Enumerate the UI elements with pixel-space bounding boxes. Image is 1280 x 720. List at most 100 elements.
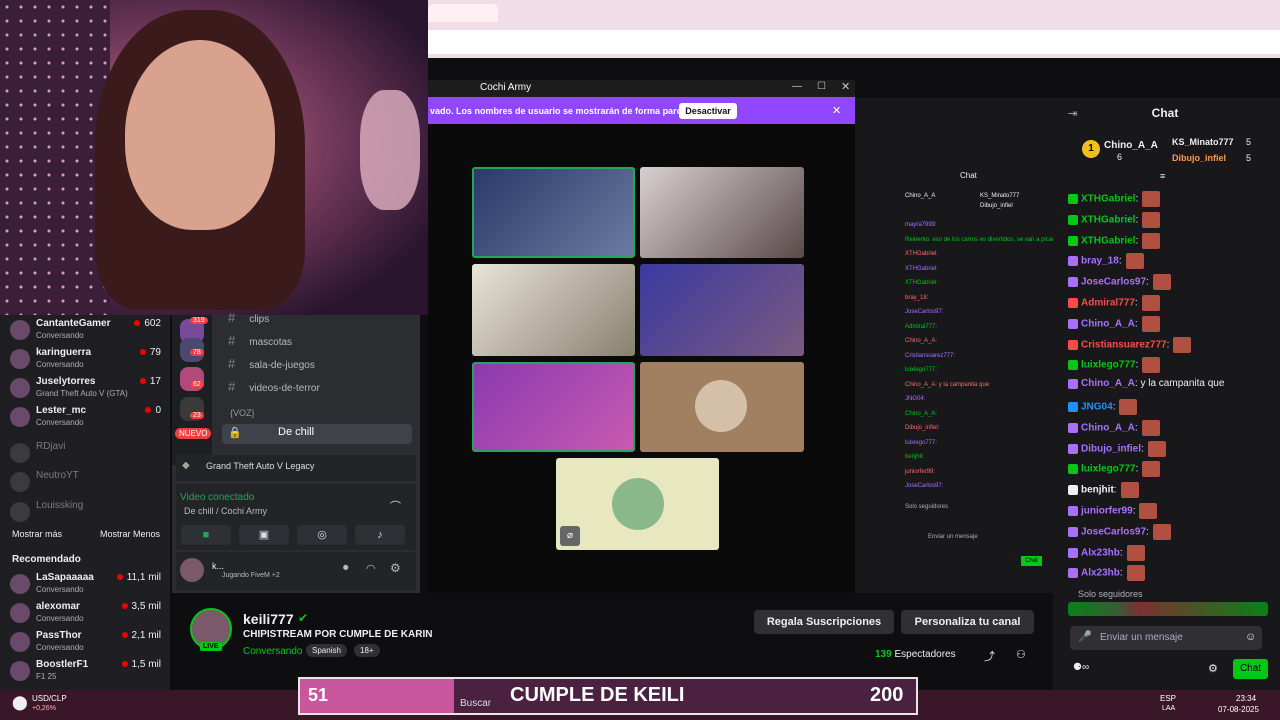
chat-colon: : [1135, 193, 1139, 205]
voice-category[interactable]: {VOZ} [230, 408, 255, 418]
viewer-count: 2,1 mil [121, 630, 161, 641]
show-more-link[interactable]: Mostrar más [12, 529, 62, 539]
recommended-channel[interactable]: alexomar Conversando 3,5 mil [10, 601, 165, 629]
offline-channel[interactable]: Louissking [10, 500, 165, 528]
chat-message: Chino_A_A: y la campanita que [1068, 378, 1224, 394]
browser-address-bar[interactable] [428, 30, 1280, 54]
offline-channel[interactable]: RDjavi [10, 441, 165, 469]
channel-sala-de-juegos[interactable]: # sala-de-juegos [228, 356, 315, 371]
chat-username[interactable]: XTHGabriel [1081, 214, 1135, 225]
microphone-icon[interactable]: 🎤 [1078, 630, 1092, 643]
maximize-icon[interactable]: ☐ [817, 81, 826, 92]
close-icon[interactable]: ✕ [832, 104, 841, 117]
chat-username[interactable]: JNG04 [1081, 402, 1113, 413]
chat-username[interactable]: Cristiansuarez777 [1081, 339, 1167, 350]
chat-username[interactable]: juniorfer99 [1081, 506, 1133, 517]
chat-username[interactable]: XTHGabriel [1081, 194, 1135, 205]
offline-channel[interactable]: NeutroYT [10, 470, 165, 498]
clock-time[interactable]: 23:34 [1236, 694, 1256, 703]
user-status: Jugando FiveM +2 [222, 572, 280, 579]
streamer-name[interactable]: keili777 [243, 611, 294, 627]
chat-text: y la campanita que [1137, 378, 1225, 390]
followed-channel[interactable]: Juselytorres Grand Theft Auto V (GTA) 17 [10, 376, 165, 404]
soundboard-button[interactable]: ♪ [355, 525, 405, 545]
gear-icon[interactable]: ⚙ [1208, 662, 1218, 675]
language-indicator[interactable]: ESP [1160, 694, 1176, 703]
chat-colon: : [1119, 547, 1123, 559]
hash-icon: # [228, 333, 236, 348]
tag-18plus[interactable]: 18+ [354, 644, 380, 657]
stream-title: CHIPISTREAM POR CUMPLE DE KARIN [243, 629, 433, 640]
disconnect-icon[interactable]: ⌒ [390, 498, 401, 514]
mirror-chat-line: luixlego777: [905, 439, 938, 446]
video-tile[interactable] [472, 264, 635, 356]
chat-username[interactable]: benjhit [1081, 485, 1114, 496]
recommended-channel[interactable]: PassThor Conversando 2,1 mil [10, 630, 165, 658]
video-tile[interactable]: ⌀ [556, 458, 719, 550]
channel-mascotas[interactable]: # mascotas [228, 333, 292, 348]
expand-leaderboard-icon[interactable]: ≡ [1160, 171, 1165, 181]
chat-username[interactable]: Dibujo_infiel [1081, 443, 1141, 454]
chat-username[interactable]: Alx23hb [1081, 568, 1120, 579]
headphones-icon[interactable]: ◠ [366, 562, 376, 575]
chat-username[interactable]: Admiral777 [1081, 298, 1135, 309]
chat-username[interactable]: Chino_A_A [1081, 422, 1135, 433]
recommended-channel[interactable]: LaSapaaaaa Conversando 11,1 mil [10, 572, 165, 600]
taskbar-search[interactable]: Buscar [460, 698, 491, 709]
leaderboard-user: Dibujo_infiel [1172, 153, 1226, 163]
stream-category[interactable]: Conversando [243, 646, 302, 657]
user-icon[interactable]: ⚇ [1016, 648, 1026, 661]
show-less-link[interactable]: Mostrar Menos [100, 529, 160, 539]
chat-username[interactable]: Chino_A_A [1081, 318, 1135, 329]
followed-channel[interactable]: karinguerra Conversando 79 [10, 347, 165, 375]
chat-send-button[interactable]: Chat [1233, 659, 1268, 679]
chat-message: luixlego777: [1068, 357, 1161, 374]
channel-videos-de-terror[interactable]: # videos-de-terror [228, 379, 320, 394]
customize-channel-button[interactable]: Personaliza tu canal [901, 610, 1034, 634]
points-icon[interactable]: ⚈∞ [1073, 662, 1089, 673]
video-tile[interactable] [640, 264, 804, 356]
avatar[interactable] [180, 558, 204, 582]
emote-icon [1141, 295, 1160, 311]
browser-tab[interactable] [428, 4, 498, 22]
gift-subs-button[interactable]: Regala Suscripciones [754, 610, 894, 634]
followed-channel[interactable]: Lester_mc Conversando 0 [10, 405, 165, 433]
video-tile[interactable] [640, 167, 804, 258]
mirror-chat-line: Chino_A_A: [905, 410, 938, 417]
chat-username[interactable]: bray_18 [1081, 256, 1119, 267]
minimize-icon[interactable]: — [792, 81, 802, 92]
chat-username[interactable]: Alx23hb [1081, 547, 1120, 558]
mirror-chat-send: Chat [1021, 556, 1042, 566]
chat-username[interactable]: XTHGabriel [1081, 235, 1135, 246]
chat-username[interactable]: luixlego777 [1081, 464, 1135, 475]
rank-1-icon: 1 [1082, 140, 1100, 158]
language-layout: LAA [1162, 705, 1176, 712]
emote-icon [1152, 523, 1171, 540]
video-tile[interactable] [472, 167, 635, 258]
viewer-count: 139 Espectadores [875, 649, 956, 660]
viewer-count: 602 [134, 318, 161, 329]
chat-username[interactable]: luixlego777 [1081, 360, 1135, 371]
chat-username[interactable]: JoseCarlos97 [1081, 526, 1146, 537]
chat-message: bray_18: [1068, 253, 1144, 270]
recommended-channel[interactable]: BoostlerF1 F1 25 1,5 mil [10, 659, 165, 687]
emote-bar[interactable] [1068, 602, 1268, 616]
close-icon[interactable]: ✕ [841, 80, 850, 93]
emote-picker-icon[interactable]: ☺ [1245, 631, 1256, 643]
share-icon[interactable]: ⤴ [984, 648, 995, 664]
avatar [10, 320, 30, 340]
disable-button[interactable]: Desactivar [679, 103, 737, 119]
microphone-icon[interactable]: ⏺ [343, 562, 349, 575]
gear-icon[interactable]: ⚙ [390, 561, 401, 575]
voice-channel-de-chill[interactable] [222, 424, 412, 444]
camera-button[interactable]: ■ [181, 525, 231, 545]
channel-clips[interactable]: # clips [228, 310, 269, 325]
chat-username[interactable]: Chino_A_A [1081, 378, 1135, 389]
chat-username[interactable]: JoseCarlos97 [1081, 277, 1146, 288]
video-tile[interactable] [472, 362, 635, 452]
tag-spanish[interactable]: Spanish [306, 644, 347, 657]
followed-channel[interactable]: CantanteGamer Conversando 602 [10, 318, 165, 346]
video-tile[interactable] [640, 362, 804, 452]
screen-share-button[interactable]: ▣ [239, 525, 289, 545]
activity-button[interactable]: ◎ [297, 525, 347, 545]
